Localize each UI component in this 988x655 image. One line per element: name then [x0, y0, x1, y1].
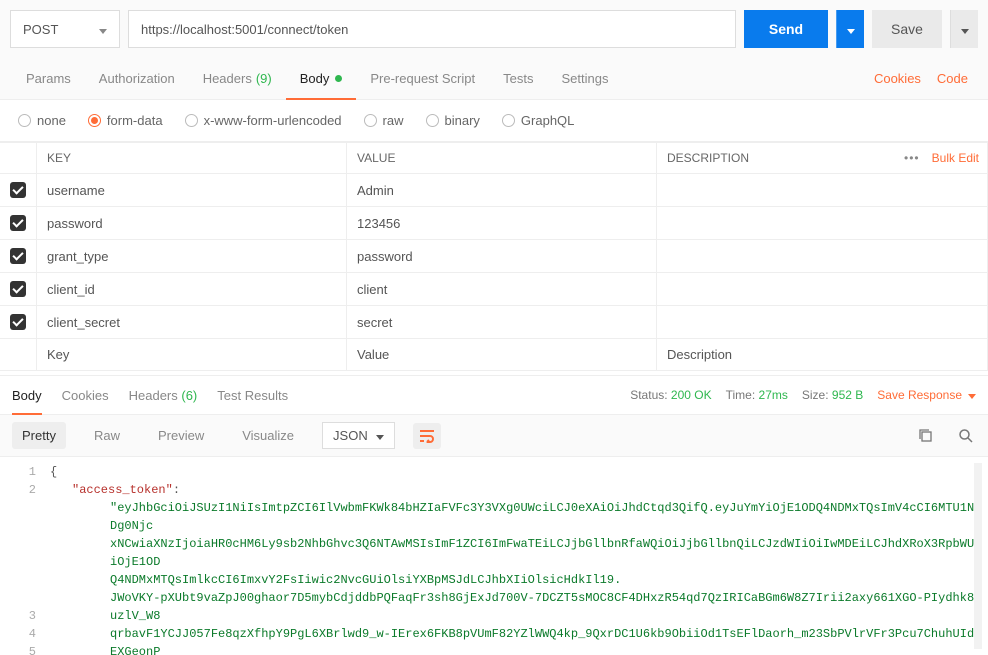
http-method-select[interactable]: POST	[10, 10, 120, 48]
cell-description[interactable]	[657, 306, 988, 339]
cell-value[interactable]: Admin	[347, 174, 657, 207]
tab-settings[interactable]: Settings	[547, 58, 622, 99]
status-value: 200 OK	[671, 388, 712, 402]
request-url-input[interactable]	[128, 10, 736, 48]
response-headers-count: (6)	[181, 388, 197, 403]
view-pretty[interactable]: Pretty	[12, 422, 66, 449]
tab-body[interactable]: Body	[286, 58, 357, 99]
cell-value[interactable]: 123456	[347, 207, 657, 240]
chevron-down-icon	[847, 21, 855, 37]
row-checkbox[interactable]	[10, 182, 26, 198]
radio-form-data[interactable]: form-data	[88, 113, 163, 128]
http-method-value: POST	[23, 22, 58, 37]
radio-binary[interactable]: binary	[426, 113, 480, 128]
form-data-table: KEY VALUE DESCRIPTION ••• Bulk Edit user…	[0, 142, 988, 371]
response-tab-body[interactable]: Body	[12, 376, 42, 415]
tab-headers[interactable]: Headers (9)	[189, 58, 286, 99]
col-description: DESCRIPTION ••• Bulk Edit	[657, 143, 988, 174]
request-tabs: Params Authorization Headers (9) Body Pr…	[0, 58, 988, 100]
cell-value[interactable]: secret	[347, 306, 657, 339]
cell-key[interactable]: client_secret	[37, 306, 347, 339]
response-bar: Body Cookies Headers (6) Test Results St…	[0, 375, 988, 415]
format-select[interactable]: JSON	[322, 422, 395, 449]
response-tab-cookies[interactable]: Cookies	[62, 376, 109, 415]
response-tab-headers[interactable]: Headers (6)	[129, 376, 198, 415]
cell-key[interactable]: grant_type	[37, 240, 347, 273]
table-row[interactable]: client_id client	[0, 273, 988, 306]
cell-value-placeholder[interactable]: Value	[347, 339, 657, 371]
tab-tests[interactable]: Tests	[489, 58, 547, 99]
line-gutter: 12 3456	[0, 457, 50, 655]
request-bar: POST Send Save	[0, 0, 988, 58]
search-icon[interactable]	[954, 425, 976, 447]
chevron-down-icon	[968, 388, 976, 402]
row-checkbox[interactable]	[10, 281, 26, 297]
view-visualize[interactable]: Visualize	[232, 422, 304, 449]
cell-value[interactable]: password	[347, 240, 657, 273]
save-response-link[interactable]: Save Response	[877, 388, 976, 402]
row-checkbox[interactable]	[10, 314, 26, 330]
view-raw[interactable]: Raw	[84, 422, 130, 449]
table-row-new[interactable]: Key Value Description	[0, 339, 988, 371]
tab-body-label: Body	[300, 71, 330, 86]
code-link[interactable]: Code	[929, 71, 976, 86]
cell-key[interactable]: client_id	[37, 273, 347, 306]
wrap-lines-icon[interactable]	[413, 423, 441, 449]
col-value: VALUE	[347, 143, 657, 174]
save-button[interactable]: Save	[872, 10, 942, 48]
cell-description[interactable]	[657, 240, 988, 273]
body-type-row: none form-data x-www-form-urlencoded raw…	[0, 100, 988, 142]
row-checkbox[interactable]	[10, 248, 26, 264]
bulk-edit-link[interactable]: Bulk Edit	[932, 151, 979, 165]
cell-value[interactable]: client	[347, 273, 657, 306]
time-value: 27ms	[759, 388, 788, 402]
response-tab-testresults[interactable]: Test Results	[217, 376, 288, 415]
tab-params[interactable]: Params	[12, 58, 85, 99]
row-checkbox[interactable]	[10, 215, 26, 231]
status-label: Status:	[630, 388, 667, 402]
time-label: Time:	[726, 388, 756, 402]
cookies-link[interactable]: Cookies	[866, 71, 929, 86]
view-preview[interactable]: Preview	[148, 422, 214, 449]
size-value: 952 B	[832, 388, 863, 402]
radio-xwww[interactable]: x-www-form-urlencoded	[185, 113, 342, 128]
cell-key-placeholder[interactable]: Key	[37, 339, 347, 371]
tab-authorization[interactable]: Authorization	[85, 58, 189, 99]
table-row[interactable]: grant_type password	[0, 240, 988, 273]
cell-key[interactable]: username	[37, 174, 347, 207]
radio-raw[interactable]: raw	[364, 113, 404, 128]
table-row[interactable]: username Admin	[0, 174, 988, 207]
tab-headers-count: (9)	[256, 71, 272, 86]
tab-headers-label: Headers	[203, 71, 252, 86]
chevron-down-icon	[99, 22, 107, 37]
cell-description[interactable]	[657, 273, 988, 306]
scrollbar[interactable]	[974, 463, 982, 649]
send-button[interactable]: Send	[744, 10, 828, 48]
tab-prerequest[interactable]: Pre-request Script	[356, 58, 489, 99]
response-code-area[interactable]: 12 3456 { "access_token": "eyJhbGciOiJSU…	[0, 457, 988, 655]
radio-none[interactable]: none	[18, 113, 66, 128]
col-key: KEY	[37, 143, 347, 174]
modified-dot-icon	[335, 75, 342, 82]
send-dropdown-button[interactable]	[836, 10, 864, 48]
save-dropdown-button[interactable]	[950, 10, 978, 48]
size-label: Size:	[802, 388, 829, 402]
chevron-down-icon	[376, 428, 384, 443]
copy-icon[interactable]	[914, 425, 936, 447]
chevron-down-icon	[961, 21, 969, 37]
columns-options-icon[interactable]: •••	[904, 151, 920, 165]
table-row[interactable]: password 123456	[0, 207, 988, 240]
cell-key[interactable]: password	[37, 207, 347, 240]
response-code: { "access_token": "eyJhbGciOiJSUzI1NiIsI…	[50, 457, 988, 655]
cell-description[interactable]	[657, 174, 988, 207]
response-viewer-toolbar: Pretty Raw Preview Visualize JSON	[0, 415, 988, 457]
cell-description-placeholder[interactable]: Description	[657, 339, 988, 371]
cell-description[interactable]	[657, 207, 988, 240]
radio-graphql[interactable]: GraphQL	[502, 113, 574, 128]
table-row[interactable]: client_secret secret	[0, 306, 988, 339]
